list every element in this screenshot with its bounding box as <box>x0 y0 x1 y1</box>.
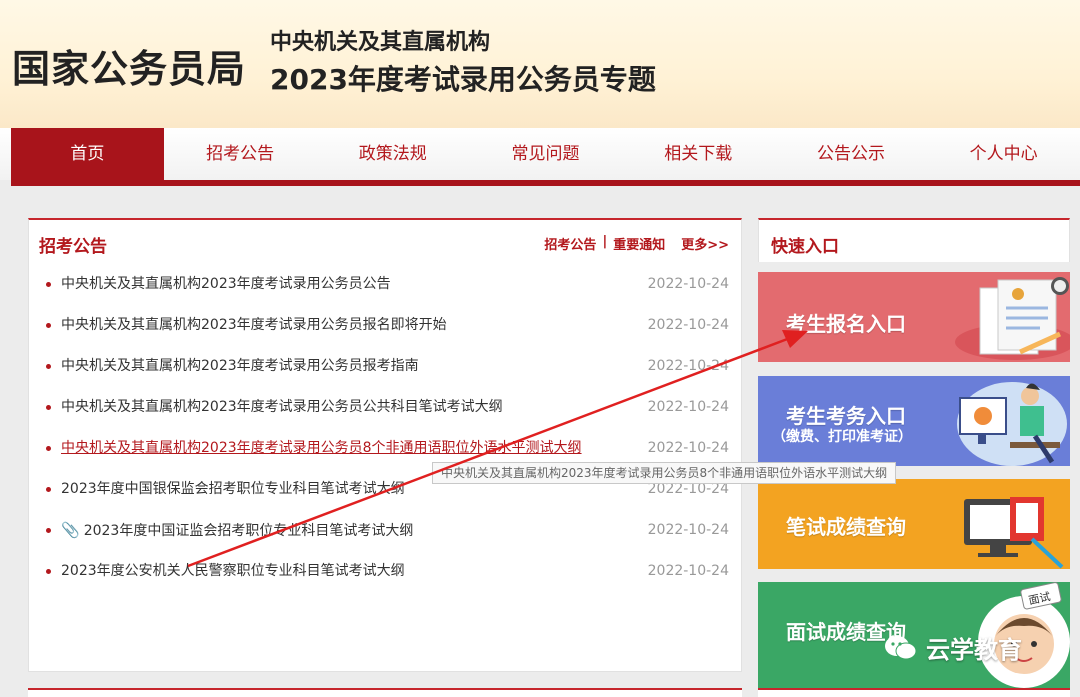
quick-entry-panel: 快速入口 <box>758 218 1070 262</box>
computer-user-icon <box>957 382 1067 466</box>
announcements-links: 招考公告 | 重要通知 更多>> <box>544 234 729 253</box>
announcements-list: 中央机关及其直属机构2023年度考试录用公务员公告 2022-10-24 中央机… <box>29 264 741 592</box>
wechat-icon <box>885 635 917 659</box>
nav-item-policies[interactable]: 政策法规 <box>316 128 469 180</box>
list-item-title[interactable]: 中央机关及其直属机构2023年度考试录用公务员报考指南 <box>61 358 419 374</box>
nav-item-notices[interactable]: 公告公示 <box>775 128 928 180</box>
list-item-title[interactable]: 2023年度中国银保监会招考职位专业科目笔试考试大纲 <box>61 481 405 497</box>
score-report-icon <box>964 497 1064 569</box>
list-item-date: 2022-10-24 <box>647 563 729 579</box>
list-item-date: 2022-10-24 <box>647 358 729 374</box>
bullet-icon <box>46 528 51 533</box>
link-important-notices[interactable]: 重要通知 <box>613 234 665 253</box>
link-separator: | <box>602 234 608 249</box>
register-entry-label[interactable]: 考生报名入口 <box>786 308 906 337</box>
list-item[interactable]: 中央机关及其直属机构2023年度考试录用公务员报名即将开始 2022-10-24 <box>29 305 741 346</box>
list-item-title[interactable]: 2023年度公安机关人民警察职位专业科目笔试考试大纲 <box>61 563 405 579</box>
announcements-title: 招考公告 <box>39 237 107 257</box>
list-item-date: 2022-10-24 <box>647 276 729 292</box>
link-announcements[interactable]: 招考公告 <box>544 234 596 253</box>
exam-service-entry-card[interactable]: 考生考务入口 （缴费、打印准考证） <box>758 376 1070 466</box>
nav-item-faq[interactable]: 常见问题 <box>469 128 622 180</box>
list-item[interactable]: 2023年度公安机关人民警察职位专业科目笔试考试大纲 2022-10-24 <box>29 551 741 592</box>
list-item-date: 2022-10-24 <box>647 522 729 538</box>
link-more[interactable]: 更多>> <box>681 234 729 253</box>
announcements-panel: 招考公告 招考公告 | 重要通知 更多>> 中央机关及其直属机构2023年度考试… <box>28 218 742 672</box>
link-tooltip: 中央机关及其直属机构2023年度考试录用公务员8个非通用语职位外语水平测试大纲 <box>432 462 897 484</box>
list-item-title[interactable]: 中央机关及其直属机构2023年度考试录用公务员公告 <box>61 276 391 292</box>
list-item[interactable]: 中央机关及其直属机构2023年度考试录用公务员公告 2022-10-24 <box>29 264 741 305</box>
watermark: 云学教育 <box>884 630 1022 665</box>
bullet-icon <box>46 323 51 328</box>
list-item[interactable]: 📎 2023年度中国证监会招考职位专业科目笔试考试大纲 2022-10-24 <box>29 510 741 551</box>
list-item[interactable]: 中央机关及其直属机构2023年度考试录用公务员报考指南 2022-10-24 <box>29 346 741 387</box>
exam-service-label[interactable]: 考生考务入口 <box>786 400 906 429</box>
watermark-text: 云学教育 <box>926 636 1022 664</box>
site-header: 国家公务员局 中央机关及其直属机构 2023年度考试录用公务员专题 <box>0 0 1080 128</box>
list-item[interactable]: 中央机关及其直属机构2023年度考试录用公务员公共科目笔试考试大纲 2022-1… <box>29 387 741 428</box>
bullet-icon <box>46 446 51 451</box>
lower-right-panel-edge <box>758 688 1070 697</box>
quick-entry-title: 快速入口 <box>771 237 839 257</box>
list-item-date: 2022-10-24 <box>647 317 729 333</box>
topic-title: 2023年度考试录用公务员专题 <box>270 63 656 96</box>
exam-service-sublabel: （缴费、打印准考证） <box>772 429 912 445</box>
nav-item-downloads[interactable]: 相关下载 <box>622 128 775 180</box>
paperclip-icon: 📎 <box>61 521 80 539</box>
register-entry-card[interactable]: 考生报名入口 <box>758 272 1070 362</box>
list-item-title[interactable]: 中央机关及其直属机构2023年度考试录用公务员公共科目笔试考试大纲 <box>61 399 503 415</box>
bullet-icon <box>46 364 51 369</box>
lower-panel-edge <box>28 688 742 697</box>
bullet-icon <box>46 405 51 410</box>
nav-underline <box>11 180 1080 186</box>
nav-item-home[interactable]: 首页 <box>11 128 164 180</box>
application-form-icon <box>955 277 1070 360</box>
main-nav: 首页 招考公告 政策法规 常见问题 相关下载 公告公示 个人中心 <box>0 128 1080 180</box>
topic-subtitle: 中央机关及其直属机构 <box>270 30 491 55</box>
list-item-date: 2022-10-24 <box>647 399 729 415</box>
site-logo[interactable]: 国家公务员局 <box>12 38 246 93</box>
bullet-icon <box>46 569 51 574</box>
list-item-title[interactable]: 中央机关及其直属机构2023年度考试录用公务员8个非通用语职位外语水平测试大纲 <box>61 440 582 456</box>
written-score-label[interactable]: 笔试成绩查询 <box>786 511 906 540</box>
nav-item-personal-center[interactable]: 个人中心 <box>927 128 1080 180</box>
bullet-icon <box>46 487 51 492</box>
bullet-icon <box>46 282 51 287</box>
nav-item-announcements[interactable]: 招考公告 <box>164 128 317 180</box>
written-score-entry-card[interactable]: 笔试成绩查询 <box>758 479 1070 569</box>
list-item-title[interactable]: 中央机关及其直属机构2023年度考试录用公务员报名即将开始 <box>61 317 447 333</box>
list-item-title[interactable]: 2023年度中国证监会招考职位专业科目笔试考试大纲 <box>84 523 414 539</box>
